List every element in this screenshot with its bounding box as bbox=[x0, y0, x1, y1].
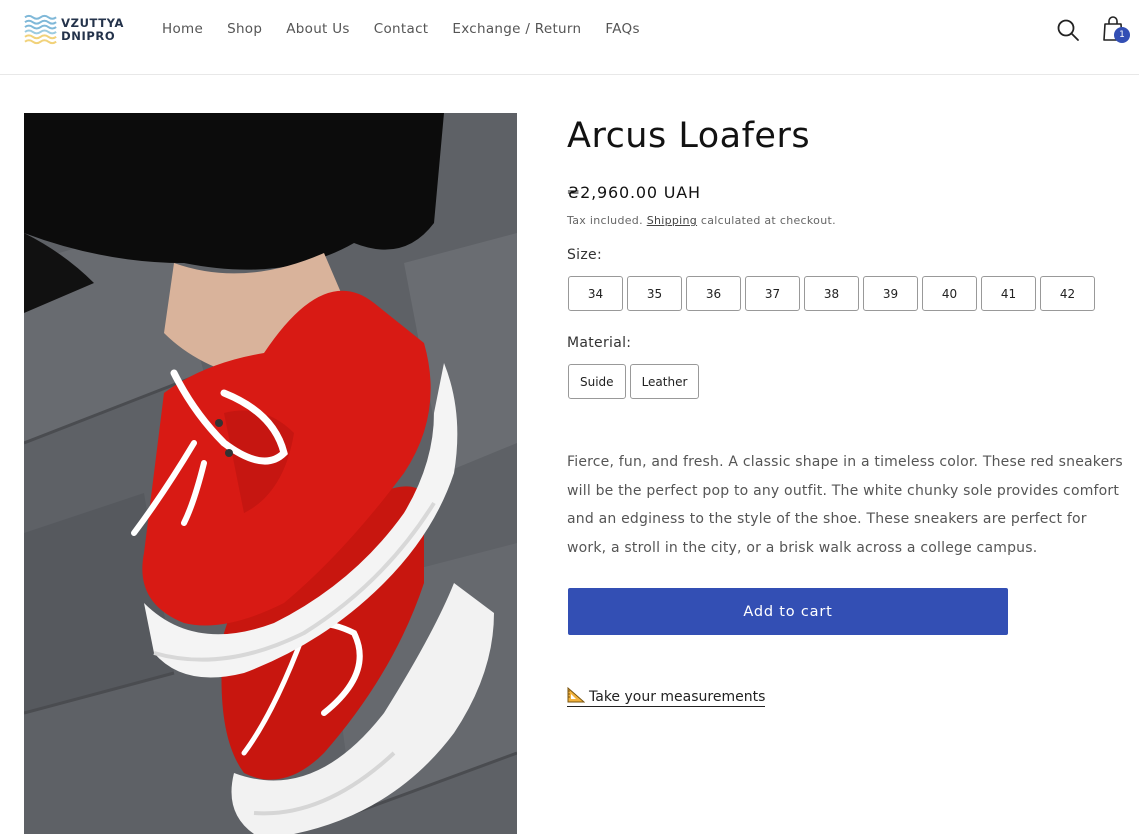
size-option-38[interactable]: 38 bbox=[804, 276, 859, 311]
size-selector: 34 35 36 37 38 39 40 41 42 bbox=[568, 276, 1099, 311]
size-option-41[interactable]: 41 bbox=[981, 276, 1036, 311]
shipping-link[interactable]: Shipping bbox=[647, 214, 697, 227]
nav-contact[interactable]: Contact bbox=[374, 21, 429, 37]
material-label: Material: bbox=[567, 335, 632, 351]
tax-note: Tax included. Shipping calculated at che… bbox=[567, 214, 836, 227]
triangular-ruler-icon bbox=[567, 687, 585, 703]
brand-name: VZUTTYA DNIPRO bbox=[61, 17, 124, 43]
brand-logo[interactable]: VZUTTYA DNIPRO bbox=[24, 13, 124, 47]
brand-name-line2: DNIPRO bbox=[61, 29, 116, 43]
product-price: ₴2,960.00 UAH bbox=[567, 183, 701, 202]
main-nav: Home Shop About Us Contact Exchange / Re… bbox=[162, 21, 664, 37]
measurements-link[interactable]: Take your measurements bbox=[567, 687, 766, 707]
waves-logo-icon bbox=[24, 13, 58, 47]
nav-home[interactable]: Home bbox=[162, 21, 203, 37]
add-to-cart-button[interactable]: Add to cart bbox=[568, 588, 1008, 635]
size-option-42[interactable]: 42 bbox=[1040, 276, 1095, 311]
tax-note-suffix: calculated at checkout. bbox=[700, 214, 836, 227]
product-image[interactable] bbox=[24, 113, 517, 834]
material-option-suide[interactable]: Suide bbox=[568, 364, 626, 399]
measurements-link-label: Take your measurements bbox=[589, 689, 766, 705]
size-option-35[interactable]: 35 bbox=[627, 276, 682, 311]
size-option-37[interactable]: 37 bbox=[745, 276, 800, 311]
nav-about-us[interactable]: About Us bbox=[286, 21, 350, 37]
tax-note-prefix: Tax included. bbox=[567, 214, 643, 227]
cart-count-badge: 1 bbox=[1114, 27, 1130, 43]
site-header: VZUTTYA DNIPRO Home Shop About Us Contac… bbox=[0, 0, 1139, 75]
product-title: Arcus Loafers bbox=[567, 116, 811, 156]
nav-shop[interactable]: Shop bbox=[227, 21, 262, 37]
size-label: Size: bbox=[567, 247, 602, 263]
size-option-39[interactable]: 39 bbox=[863, 276, 918, 311]
product-description: Fierce, fun, and fresh. A classic shape … bbox=[567, 454, 1123, 557]
size-option-36[interactable]: 36 bbox=[686, 276, 741, 311]
size-option-34[interactable]: 34 bbox=[568, 276, 623, 311]
search-icon bbox=[1057, 19, 1079, 41]
nav-faqs[interactable]: FAQs bbox=[605, 21, 639, 37]
search-button[interactable] bbox=[1055, 17, 1081, 43]
nav-exchange-return[interactable]: Exchange / Return bbox=[452, 21, 581, 37]
red-loafers-photo bbox=[24, 113, 517, 834]
material-selector: Suide Leather bbox=[568, 364, 703, 399]
material-option-leather[interactable]: Leather bbox=[629, 364, 700, 399]
size-option-40[interactable]: 40 bbox=[922, 276, 977, 311]
